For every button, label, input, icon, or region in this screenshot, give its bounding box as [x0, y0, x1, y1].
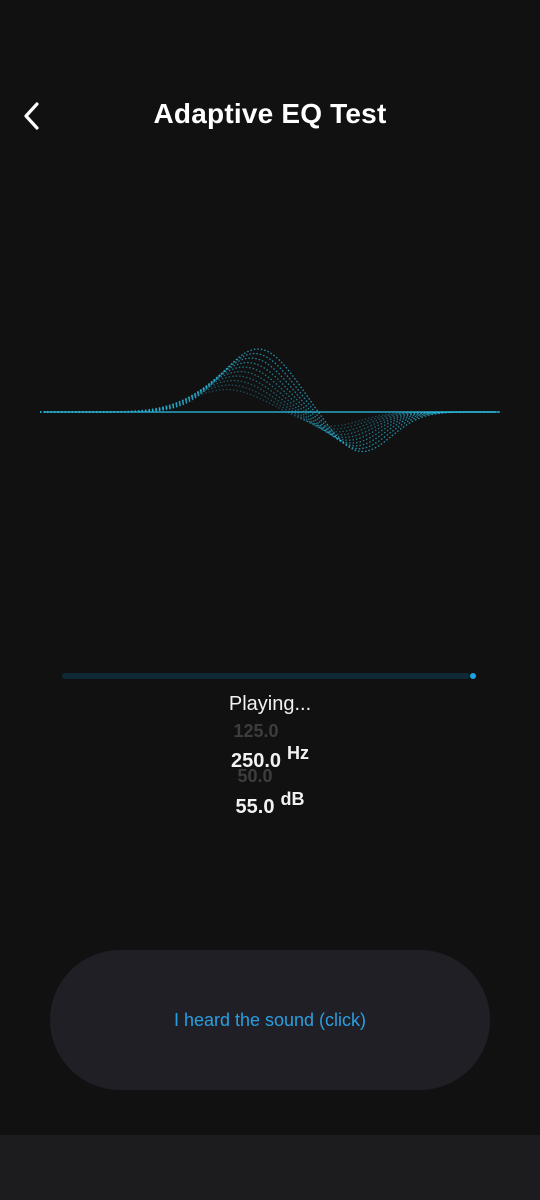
level-readout: 55.0 dB: [0, 789, 540, 819]
navigation-bar: [0, 1135, 540, 1200]
frequency-previous-value: 125.0: [233, 721, 279, 741]
level-value: 55.0: [235, 796, 275, 818]
waveform-line: [40, 370, 500, 439]
playback-status: Playing...: [228, 693, 312, 715]
progress-track: [62, 673, 470, 679]
frequency-unit: Hz: [287, 743, 310, 763]
waveform-line: [40, 384, 500, 430]
waveform-line: [40, 348, 500, 453]
progress-indicator: [470, 673, 476, 679]
playback-progress: [62, 670, 476, 682]
waveform-visualizer: [40, 348, 500, 453]
waveform-line: [40, 379, 500, 433]
level-unit: dB: [280, 789, 305, 809]
header: Adaptive EQ Test: [0, 80, 540, 152]
waveform-line: [40, 352, 500, 450]
waveform-line: [40, 357, 500, 447]
level-previous-value: 50.0: [237, 766, 273, 786]
page-title: Adaptive EQ Test: [153, 98, 387, 129]
heard-sound-button[interactable]: I heard the sound (click): [50, 950, 490, 1090]
heard-sound-label: I heard the sound (click): [173, 1009, 367, 1030]
